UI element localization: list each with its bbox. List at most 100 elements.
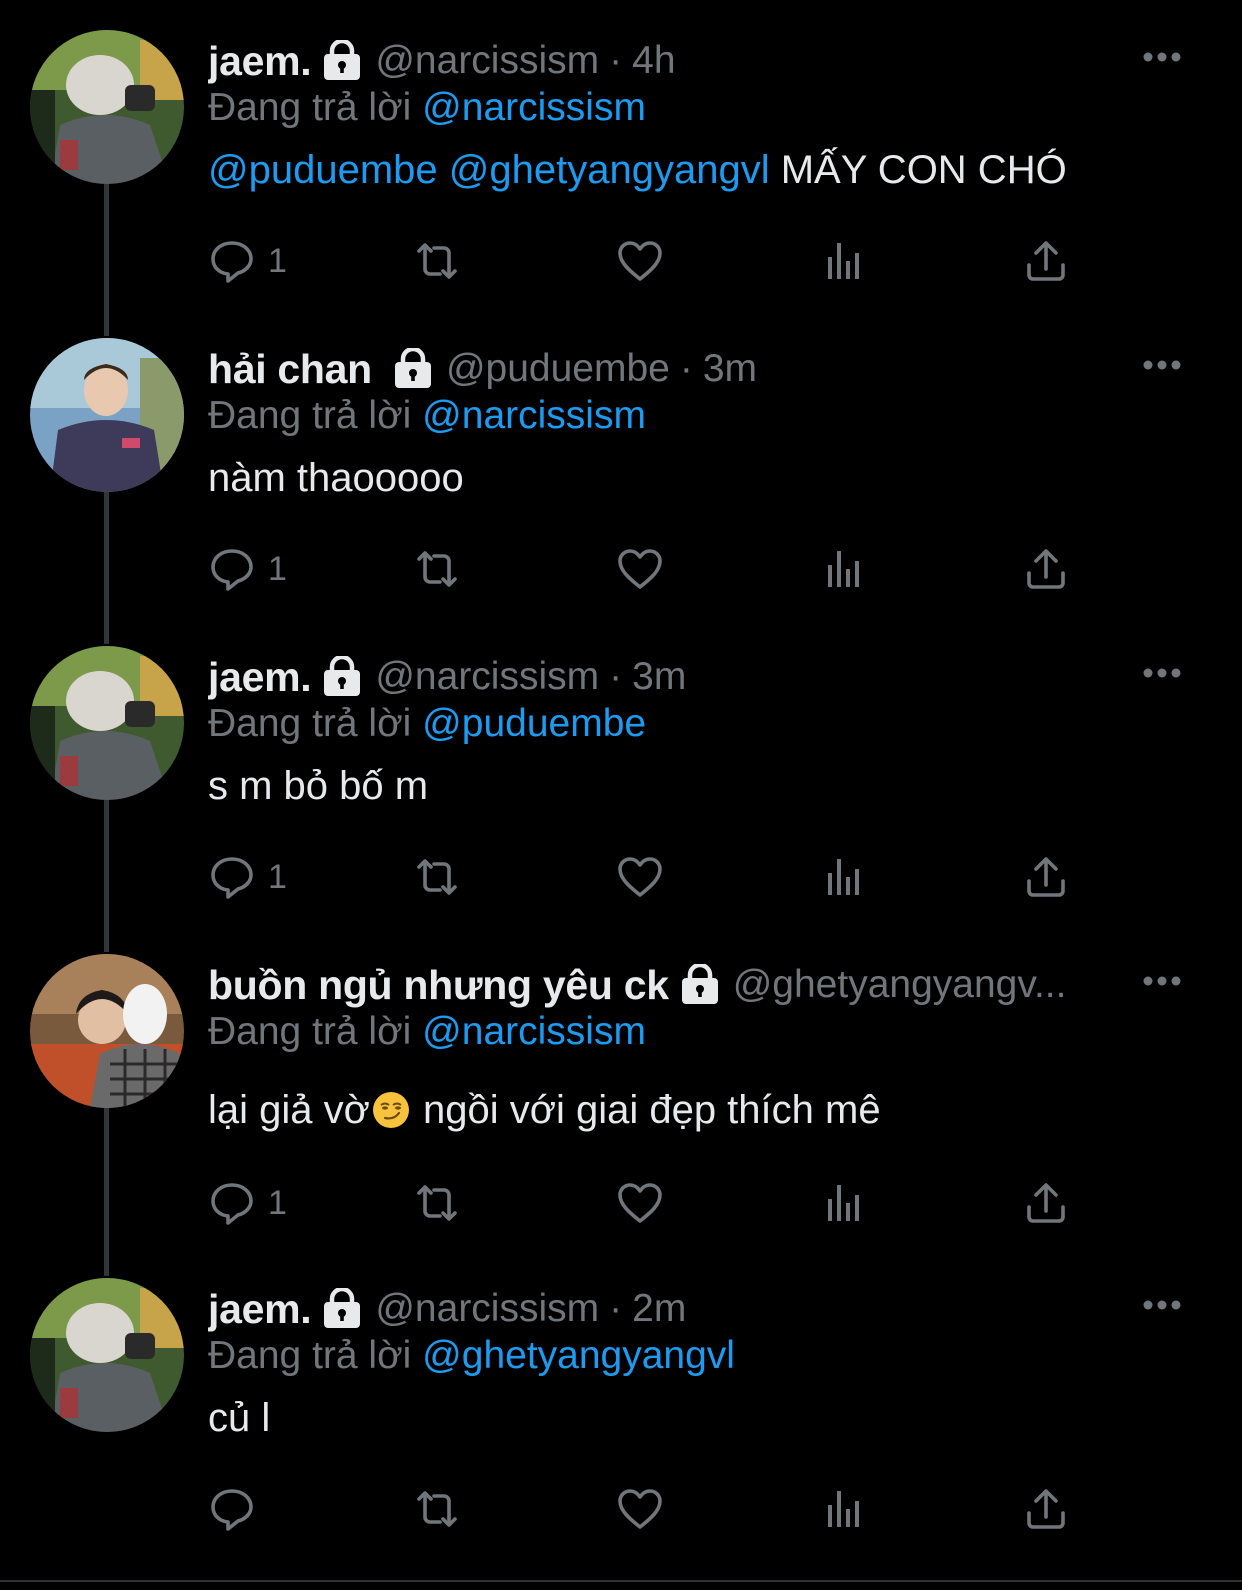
- more-options-icon[interactable]: [1142, 358, 1182, 372]
- reply-button[interactable]: 1: [208, 1178, 287, 1228]
- tweet-header: hải chan @puduembe · 3m: [208, 344, 1128, 394]
- user-handle[interactable]: @narcissism: [375, 39, 599, 83]
- retweet-button[interactable]: [413, 852, 461, 902]
- display-name[interactable]: hải chan: [208, 346, 372, 393]
- retweet-icon: [413, 545, 461, 593]
- retweet-icon: [413, 1179, 461, 1227]
- retweet-button[interactable]: [413, 1178, 461, 1228]
- user-handle[interactable]: @narcissism: [375, 655, 599, 699]
- share-button[interactable]: [1022, 1178, 1070, 1228]
- reply-button[interactable]: [208, 1484, 268, 1534]
- user-handle[interactable]: @puduembe: [446, 347, 670, 391]
- views-icon: [820, 545, 868, 593]
- replying-to: Đang trả lời @ghetyangyangvl: [208, 1334, 735, 1378]
- lock-icon: [321, 656, 363, 698]
- retweet-button[interactable]: [413, 544, 461, 594]
- like-button[interactable]: [616, 1484, 664, 1534]
- avatar[interactable]: [30, 1278, 184, 1432]
- display-name[interactable]: jaem.: [208, 1286, 312, 1333]
- timestamp[interactable]: 4h: [632, 39, 675, 83]
- like-icon: [616, 1485, 664, 1533]
- reply-icon: [208, 237, 256, 285]
- retweet-icon: [413, 1485, 461, 1533]
- reply-icon: [208, 545, 256, 593]
- tweet-actions: 1: [208, 236, 1088, 286]
- reply-prefix: Đang trả lời: [208, 702, 412, 745]
- reply-to-mention[interactable]: @narcissism: [422, 86, 646, 129]
- reply-to-mention[interactable]: @puduembe: [422, 702, 646, 745]
- views-icon: [820, 853, 868, 901]
- tweet-body: lại giả vờ: [208, 1088, 370, 1132]
- like-button[interactable]: [616, 236, 664, 286]
- more-options-icon[interactable]: [1142, 974, 1182, 988]
- separator: ·: [679, 347, 693, 390]
- mention-link[interactable]: @ghetyangyangvl: [449, 148, 770, 192]
- share-button[interactable]: [1022, 852, 1070, 902]
- tweet-text: củ l: [208, 1396, 271, 1440]
- share-button[interactable]: [1022, 544, 1070, 594]
- tweet[interactable]: hải chan @puduembe · 3m Đang trả lời @na…: [0, 338, 1242, 628]
- reply-to-mention[interactable]: @narcissism: [422, 394, 646, 437]
- display-name[interactable]: buồn ngủ nhưng yêu ck: [208, 962, 669, 1009]
- tweet[interactable]: jaem. @narcissism · 3m Đang trả lời @pud…: [0, 646, 1242, 936]
- tweet-text: lại giả vờ ngồi với giai đẹp thích mê: [208, 1088, 881, 1133]
- like-button[interactable]: [616, 852, 664, 902]
- avatar[interactable]: [30, 30, 184, 184]
- timestamp[interactable]: 3m: [632, 655, 686, 699]
- replying-to: Đang trả lời @narcissism: [208, 1010, 646, 1054]
- reply-button[interactable]: 1: [208, 852, 287, 902]
- views-icon: [820, 1485, 868, 1533]
- views-button[interactable]: [820, 236, 868, 286]
- reply-count: 1: [268, 857, 287, 896]
- views-button[interactable]: [820, 544, 868, 594]
- like-button[interactable]: [616, 544, 664, 594]
- more-options-icon[interactable]: [1142, 666, 1182, 680]
- share-icon: [1022, 545, 1070, 593]
- share-button[interactable]: [1022, 1484, 1070, 1534]
- reply-to-mention[interactable]: @narcissism: [422, 1010, 646, 1053]
- retweet-button[interactable]: [413, 1484, 461, 1534]
- user-handle[interactable]: @narcissism: [375, 1287, 599, 1331]
- tweet[interactable]: jaem. @narcissism · 2m Đang trả lời @ghe…: [0, 1278, 1242, 1568]
- like-button[interactable]: [616, 1178, 664, 1228]
- tweet-header: jaem. @narcissism · 2m: [208, 1284, 1128, 1334]
- tweet[interactable]: buồn ngủ nhưng yêu ck @ghetyangyangv... …: [0, 954, 1242, 1264]
- smirking-face-emoji: [372, 1091, 410, 1129]
- tweet[interactable]: jaem. @narcissism · 4h Đang trả lời @nar…: [0, 30, 1242, 320]
- like-icon: [616, 237, 664, 285]
- reply-icon: [208, 1179, 256, 1227]
- lock-icon: [321, 40, 363, 82]
- replying-to: Đang trả lời @narcissism: [208, 86, 646, 130]
- reply-count: 1: [268, 549, 287, 588]
- timestamp[interactable]: 3m: [703, 347, 757, 391]
- display-name[interactable]: jaem.: [208, 38, 312, 85]
- display-name[interactable]: jaem.: [208, 654, 312, 701]
- avatar[interactable]: [30, 646, 184, 800]
- reply-button[interactable]: 1: [208, 236, 287, 286]
- like-icon: [616, 1179, 664, 1227]
- reply-to-mention[interactable]: @ghetyangyangvl: [422, 1334, 735, 1377]
- views-button[interactable]: [820, 1178, 868, 1228]
- views-button[interactable]: [820, 852, 868, 902]
- mention-link[interactable]: @puduembe: [208, 148, 438, 192]
- like-icon: [616, 545, 664, 593]
- timestamp[interactable]: 2m: [632, 1287, 686, 1331]
- divider: [0, 1580, 1242, 1582]
- tweet-actions: 1: [208, 1178, 1088, 1228]
- tweet-body: ngồi với giai đẹp thích mê: [411, 1088, 881, 1132]
- like-icon: [616, 853, 664, 901]
- separator: ·: [609, 655, 623, 698]
- separator: ·: [609, 1287, 623, 1330]
- reply-prefix: Đang trả lời: [208, 394, 412, 437]
- more-options-icon[interactable]: [1142, 1298, 1182, 1312]
- tweet-text: s m bỏ bố m: [208, 764, 429, 808]
- avatar[interactable]: [30, 338, 184, 492]
- retweet-icon: [413, 853, 461, 901]
- retweet-button[interactable]: [413, 236, 461, 286]
- more-options-icon[interactable]: [1142, 50, 1182, 64]
- share-button[interactable]: [1022, 236, 1070, 286]
- avatar[interactable]: [30, 954, 184, 1108]
- views-button[interactable]: [820, 1484, 868, 1534]
- reply-button[interactable]: 1: [208, 544, 287, 594]
- user-handle[interactable]: @ghetyangyangv...: [733, 963, 1067, 1007]
